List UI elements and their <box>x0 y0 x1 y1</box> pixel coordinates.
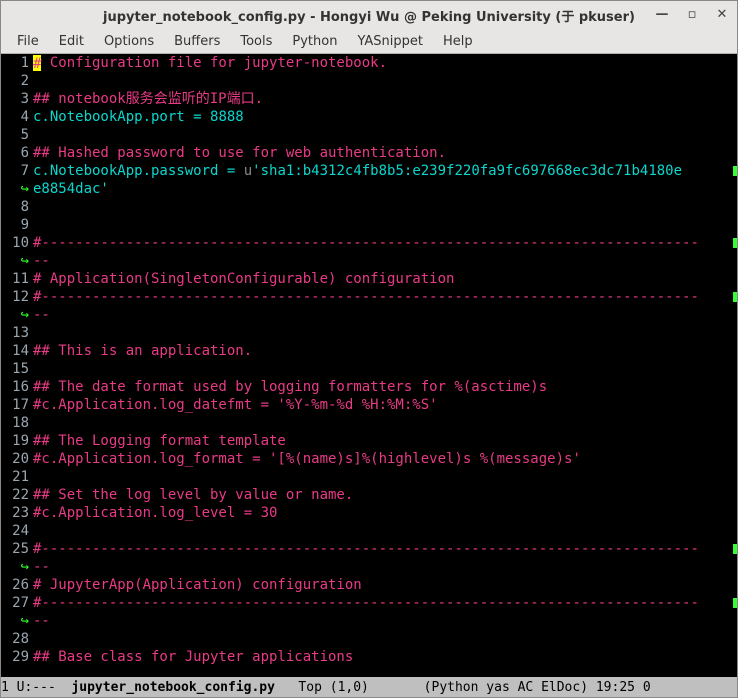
code-text: #c.Application.log_level = 30 <box>33 505 277 521</box>
line-number: 21 <box>1 468 33 486</box>
code-text: # Configuration file for jupyter-noteboo… <box>33 55 387 71</box>
wrap-marker <box>733 238 737 248</box>
menu-help[interactable]: Help <box>433 32 483 51</box>
code-text: c.NotebookApp.port <box>33 109 193 125</box>
code-text: 8888 <box>210 109 244 125</box>
code-text: ## notebook服务会监听的IP端口. <box>33 91 263 107</box>
line-number: 23 <box>1 504 33 522</box>
wrap-indicator-icon: ↪ <box>1 612 33 630</box>
line-number: 10 <box>1 234 33 252</box>
code-text: ## This is an application. <box>33 343 252 359</box>
code-text: -- <box>33 307 50 323</box>
window: jupyter_notebook_config.py - Hongyi Wu @… <box>0 0 738 698</box>
line-number: 3 <box>1 90 33 108</box>
code-text: #---------------------------------------… <box>33 541 699 557</box>
wrap-marker <box>733 544 737 554</box>
code-text: ## Hashed password to use for web authen… <box>33 145 446 161</box>
code-text: ## The Logging format template <box>33 433 286 449</box>
code-text: -- <box>33 253 50 269</box>
modeline-position: Top (1,0) <box>275 680 424 695</box>
modeline-buffer: jupyter_notebook_config.py <box>71 680 275 695</box>
line-number: 5 <box>1 126 33 144</box>
line-number: 4 <box>1 108 33 126</box>
line-number: 12 <box>1 288 33 306</box>
wrap-indicator-icon: ↪ <box>1 306 33 324</box>
line-number: 19 <box>1 432 33 450</box>
line-number: 7 <box>1 162 33 180</box>
menu-tools[interactable]: Tools <box>230 32 282 51</box>
line-number: 22 <box>1 486 33 504</box>
wrap-indicator-icon: ↪ <box>1 558 33 576</box>
line-number: 25 <box>1 540 33 558</box>
text-cursor <box>33 55 41 71</box>
code-text: # JupyterApp(Application) configuration <box>33 577 362 593</box>
modeline: 1 U:--- jupyter_notebook_config.py Top (… <box>1 677 737 697</box>
line-number: 14 <box>1 342 33 360</box>
menu-python[interactable]: Python <box>282 32 347 51</box>
line-number: 15 <box>1 360 33 378</box>
code-text: #c.Application.log_format = '[%(name)s]%… <box>33 451 581 467</box>
code-text: # Application(SingletonConfigurable) con… <box>33 271 454 287</box>
code-text: #---------------------------------------… <box>33 289 699 305</box>
line-number: 28 <box>1 630 33 648</box>
code-text: #---------------------------------------… <box>33 235 699 251</box>
line-number: 17 <box>1 396 33 414</box>
wrap-marker <box>733 598 737 608</box>
menubar: File Edit Options Buffers Tools Python Y… <box>1 29 737 54</box>
line-number: 1 <box>1 54 33 72</box>
editor-pane[interactable]: 1# Configuration file for jupyter-notebo… <box>1 54 737 677</box>
line-number: 6 <box>1 144 33 162</box>
wrap-indicator-icon: ↪ <box>1 252 33 270</box>
code-text: -- <box>33 559 50 575</box>
modeline-status: 1 U:--- <box>1 680 71 695</box>
wrap-indicator-icon: ↪ <box>1 180 33 198</box>
code-text: = <box>227 163 244 179</box>
code-text: 'sha1:b4312c4fb8b5:e239f220fa9fc697668ec… <box>252 163 682 179</box>
maximize-button[interactable]: ▫ <box>683 5 701 23</box>
line-number: 24 <box>1 522 33 540</box>
menu-buffers[interactable]: Buffers <box>164 32 230 51</box>
line-number: 29 <box>1 648 33 666</box>
wrap-marker <box>733 292 737 302</box>
line-number: 13 <box>1 324 33 342</box>
code-text: c.NotebookApp.password <box>33 163 227 179</box>
code-text: = <box>193 109 210 125</box>
code-text: ## The date format used by logging forma… <box>33 379 547 395</box>
menu-file[interactable]: File <box>7 32 49 51</box>
line-number: 9 <box>1 216 33 234</box>
line-number: 16 <box>1 378 33 396</box>
code-text: e8854dac' <box>33 181 109 197</box>
minimize-button[interactable]: — <box>653 5 671 23</box>
window-controls: — ▫ ✕ <box>653 5 731 23</box>
modeline-modes: (Python yas AC ElDoc) 19:25 0 <box>424 680 651 695</box>
code-text: ## Base class for Jupyter applications <box>33 649 353 665</box>
menu-options[interactable]: Options <box>94 32 164 51</box>
close-button[interactable]: ✕ <box>713 5 731 23</box>
line-number: 26 <box>1 576 33 594</box>
code-text: -- <box>33 613 50 629</box>
code-text: u <box>244 163 252 179</box>
line-number: 20 <box>1 450 33 468</box>
titlebar: jupyter_notebook_config.py - Hongyi Wu @… <box>1 1 737 29</box>
window-title: jupyter_notebook_config.py - Hongyi Wu @… <box>103 6 635 25</box>
code-text: #c.Application.log_datefmt = '%Y-%m-%d %… <box>33 397 438 413</box>
menu-edit[interactable]: Edit <box>49 32 94 51</box>
line-number: 27 <box>1 594 33 612</box>
wrap-marker <box>733 166 737 176</box>
code-text: ## Set the log level by value or name. <box>33 487 353 503</box>
menu-yasnippet[interactable]: YASnippet <box>347 32 433 51</box>
line-number: 11 <box>1 270 33 288</box>
line-number: 8 <box>1 198 33 216</box>
line-number: 18 <box>1 414 33 432</box>
line-number: 2 <box>1 72 33 90</box>
code-text: #---------------------------------------… <box>33 595 699 611</box>
